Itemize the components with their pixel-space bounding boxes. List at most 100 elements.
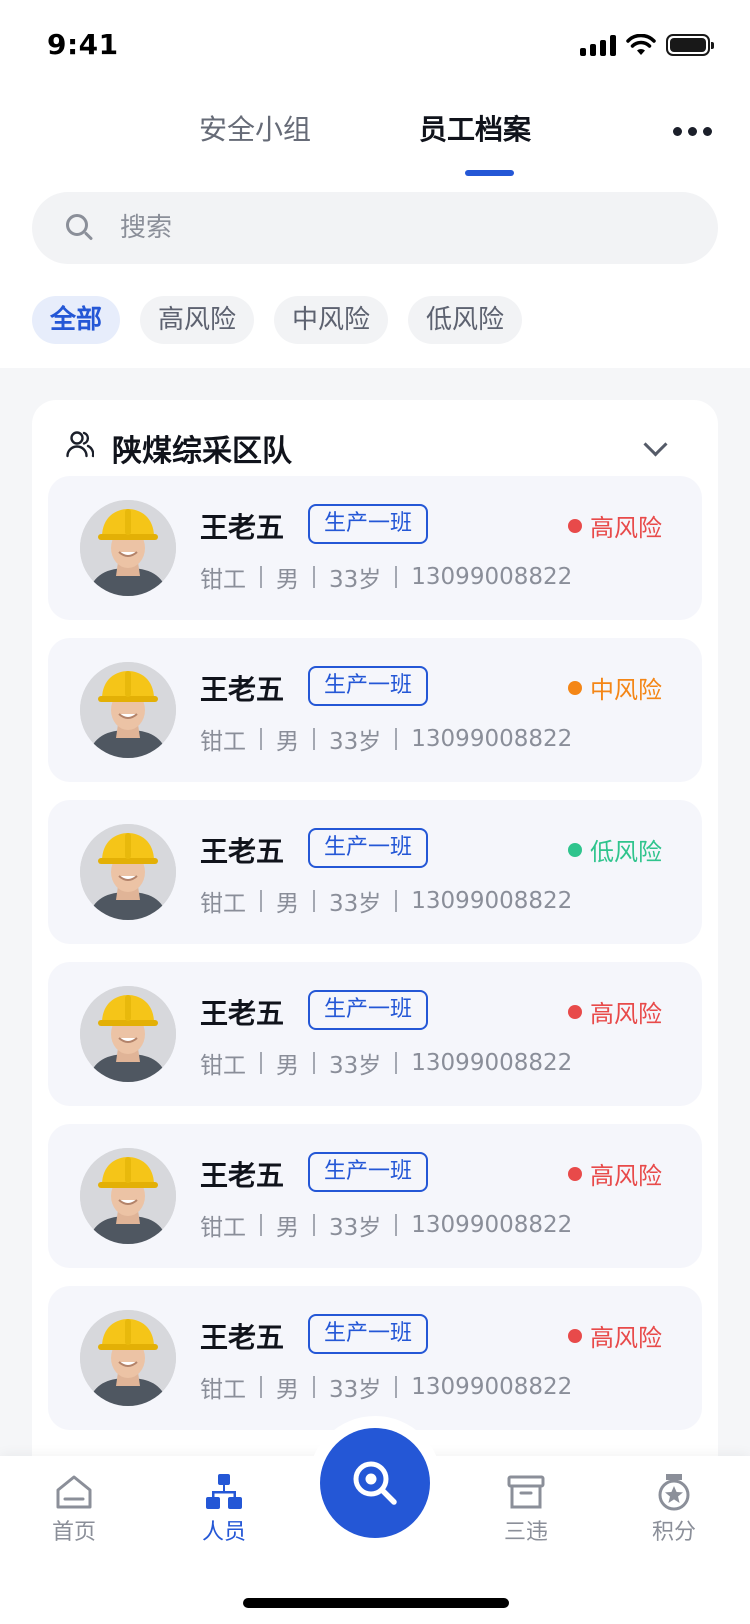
worker-avatar-image: [80, 1310, 176, 1406]
search-icon: [66, 214, 88, 236]
divider: [260, 1376, 262, 1398]
employee-gender: 男: [276, 1377, 299, 1403]
employee-card[interactable]: 王老五 生产一班 中风险 钳工 男 33岁 13099008822: [48, 638, 702, 782]
team-tag: 生产一班: [308, 990, 429, 1030]
tabbar-item-home[interactable]: 首页: [14, 1472, 134, 1546]
center-scan-button[interactable]: [320, 1428, 430, 1538]
employee-info: 钳工 男 33岁 13099008822: [200, 884, 572, 918]
employee-card[interactable]: 王老五 生产一班 高风险 钳工 男 33岁 13099008822: [48, 1124, 702, 1268]
employee-job: 钳工: [200, 1377, 246, 1403]
employee-card[interactable]: 王老五 生产一班 低风险 钳工 男 33岁 13099008822: [48, 800, 702, 944]
employee-phone: 13099008822: [411, 1050, 573, 1076]
medal-icon: [658, 1474, 690, 1511]
status-bar: 9:41: [0, 0, 750, 92]
active-tab-indicator: [465, 170, 514, 176]
tabbar-label: 首页: [51, 1520, 96, 1545]
employee-info: 钳工 男 33岁 13099008822: [200, 560, 572, 594]
tabbar-label: 积分: [651, 1520, 696, 1545]
tabbar-item-people[interactable]: 人员: [164, 1472, 284, 1546]
employee-phone: 13099008822: [411, 1212, 573, 1238]
employee-gender: 男: [276, 891, 299, 917]
employee-name: 王老五: [200, 835, 285, 868]
employee-name: 王老五: [200, 1159, 285, 1192]
employee-phone: 13099008822: [411, 888, 573, 914]
group-card: 陕煤综采区队 王老五 生产一班 高风险 钳工 男 33岁 13099008822…: [32, 400, 718, 1500]
employee-age: 33岁: [329, 891, 382, 917]
employee-job: 钳工: [200, 729, 246, 755]
divider: [260, 890, 262, 912]
more-icon[interactable]: [673, 124, 713, 138]
risk-label: 中风险: [590, 676, 662, 704]
battery-icon: [666, 34, 714, 56]
employee-info: 钳工 男 33岁 13099008822: [200, 1208, 572, 1242]
employee-card[interactable]: 王老五 生产一班 高风险 钳工 男 33岁 13099008822: [48, 1286, 702, 1430]
risk-label: 高风险: [590, 514, 662, 542]
wifi-icon: [626, 34, 656, 55]
employee-job: 钳工: [200, 891, 246, 917]
tab-safety-group[interactable]: 安全小组: [199, 108, 311, 148]
tabbar-item-violations[interactable]: 三违: [466, 1472, 586, 1546]
risk-dot-icon: [568, 680, 582, 695]
employee-card[interactable]: 王老五 生产一班 高风险 钳工 男 33岁 13099008822: [48, 962, 702, 1106]
status-time: 9:41: [47, 28, 119, 61]
team-tag: 生产一班: [308, 1314, 429, 1354]
divider: [395, 1214, 398, 1236]
risk-label: 高风险: [590, 1324, 662, 1352]
risk-badge: 高风险: [568, 994, 662, 1029]
employee-phone: 13099008822: [411, 1374, 573, 1400]
filter-low-risk[interactable]: 低风险: [408, 296, 523, 344]
scan-search-icon: [353, 1461, 397, 1505]
risk-badge: 低风险: [568, 832, 662, 867]
search-input[interactable]: [120, 192, 680, 264]
employee-name: 王老五: [200, 1321, 285, 1354]
avatar: [80, 824, 176, 920]
divider: [395, 728, 398, 750]
risk-label: 高风险: [590, 1162, 662, 1190]
divider: [313, 1376, 315, 1398]
risk-dot-icon: [568, 1328, 582, 1343]
home-indicator: [243, 1598, 509, 1608]
team-tag: 生产一班: [308, 504, 429, 544]
risk-badge: 高风险: [568, 508, 662, 543]
team-tag: 生产一班: [308, 828, 429, 868]
divider: [313, 566, 315, 588]
divider: [395, 1376, 398, 1398]
divider: [260, 566, 262, 588]
divider: [395, 890, 398, 912]
tabbar-item-points[interactable]: 积分: [614, 1472, 734, 1546]
employee-age: 33岁: [329, 1377, 382, 1403]
worker-avatar-image: [80, 662, 176, 758]
status-icons: [580, 34, 714, 56]
avatar: [80, 1310, 176, 1406]
employee-gender: 男: [276, 567, 299, 593]
team-tag: 生产一班: [308, 1152, 429, 1192]
filter-all[interactable]: 全部: [32, 296, 121, 344]
risk-dot-icon: [568, 1166, 582, 1181]
worker-avatar-image: [80, 500, 176, 596]
employee-info: 钳工 男 33岁 13099008822: [200, 1046, 572, 1080]
employee-name: 王老五: [200, 673, 285, 706]
org-chart-icon: [206, 1474, 242, 1509]
tabbar-label: 三违: [503, 1520, 548, 1545]
people-icon: [66, 431, 94, 458]
tab-employee-records[interactable]: 员工档案: [419, 108, 531, 148]
home-icon: [56, 1475, 92, 1509]
risk-dot-icon: [568, 1004, 582, 1019]
employee-phone: 13099008822: [411, 726, 573, 752]
chevron-down-icon[interactable]: [643, 432, 668, 457]
employee-card[interactable]: 王老五 生产一班 高风险 钳工 男 33岁 13099008822: [48, 476, 702, 620]
risk-badge: 高风险: [568, 1318, 662, 1353]
center-scan-button-wrap: [308, 1416, 442, 1550]
employee-job: 钳工: [200, 567, 246, 593]
employee-gender: 男: [276, 729, 299, 755]
avatar: [80, 500, 176, 596]
filter-high-risk[interactable]: 高风险: [140, 296, 255, 344]
search-bar[interactable]: [32, 192, 718, 264]
risk-badge: 高风险: [568, 1156, 662, 1191]
risk-dot-icon: [568, 842, 582, 857]
divider: [313, 728, 315, 750]
filter-mid-risk[interactable]: 中风险: [274, 296, 389, 344]
avatar: [80, 986, 176, 1082]
employee-info: 钳工 男 33岁 13099008822: [200, 722, 572, 756]
divider: [260, 1214, 262, 1236]
